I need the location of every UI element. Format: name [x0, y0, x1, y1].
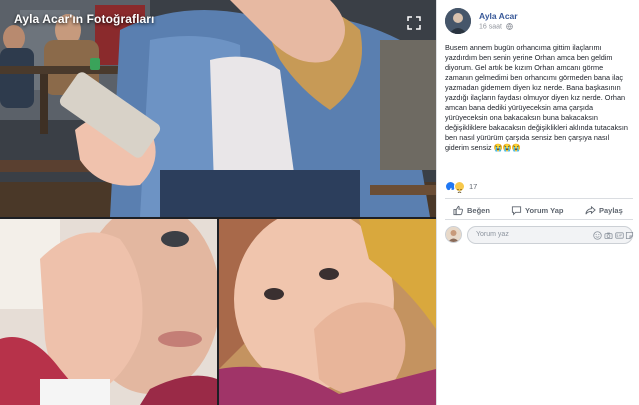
- photo-bottom-right-illustration: [219, 219, 436, 405]
- share-button[interactable]: Paylaş: [585, 203, 623, 217]
- photo-bottom-left-illustration: [0, 219, 217, 405]
- album-title[interactable]: Ayla Acar'ın Fotoğrafları: [14, 12, 155, 26]
- commenter-avatar-image: [446, 227, 461, 242]
- author-name[interactable]: Ayla Acar: [479, 11, 518, 21]
- like-button-label: Beğen: [467, 205, 490, 215]
- emoji-icon[interactable]: [593, 231, 602, 240]
- reaction-count[interactable]: 17: [469, 182, 477, 191]
- post-panel: Ayla Acar 16 saat Busem annem bugün orha…: [436, 0, 639, 405]
- comment-button[interactable]: Yorum Yap: [511, 203, 564, 217]
- photo-main[interactable]: Ayla Acar'ın Fotoğrafları: [0, 0, 436, 217]
- post-time[interactable]: 16 saat: [479, 23, 513, 30]
- avatar-image: [445, 8, 471, 34]
- like-button[interactable]: Beğen: [453, 203, 490, 217]
- action-bar: Beğen Yorum Yap Paylaş: [445, 198, 633, 220]
- comment-composer: Yorum yaz: [445, 226, 634, 244]
- camera-icon[interactable]: [604, 231, 613, 240]
- photo-main-illustration: [0, 0, 436, 217]
- commenter-avatar[interactable]: [445, 226, 462, 243]
- comment-placeholder: Yorum yaz: [476, 231, 509, 238]
- share-button-label: Paylaş: [599, 205, 623, 215]
- comment-button-label: Yorum Yap: [525, 205, 564, 215]
- sticker-icon[interactable]: [625, 231, 634, 240]
- post-header: Ayla Acar 16 saat: [445, 8, 635, 36]
- gif-icon[interactable]: [615, 231, 624, 240]
- sad-face-glyph: [457, 189, 462, 193]
- avatar[interactable]: [445, 8, 471, 34]
- speech-bubble-icon: [511, 205, 522, 215]
- photo-collage[interactable]: Ayla Acar'ın Fotoğrafları: [0, 0, 436, 405]
- thumbs-up-icon: [453, 205, 463, 215]
- globe-icon: [506, 23, 513, 30]
- post-time-text[interactable]: 16 saat: [479, 23, 502, 30]
- photo-bottom-right[interactable]: [219, 219, 436, 405]
- reaction-summary[interactable]: 17: [445, 181, 635, 194]
- comment-input[interactable]: Yorum yaz: [467, 226, 634, 244]
- post-body-text: Busem annem bugün orhancıma gittim ilaçl…: [445, 43, 628, 152]
- expand-icon[interactable]: [406, 15, 422, 31]
- photo-bottom-left[interactable]: [0, 219, 217, 405]
- share-arrow-icon: [585, 205, 596, 214]
- sad-reaction-icon: [454, 181, 465, 193]
